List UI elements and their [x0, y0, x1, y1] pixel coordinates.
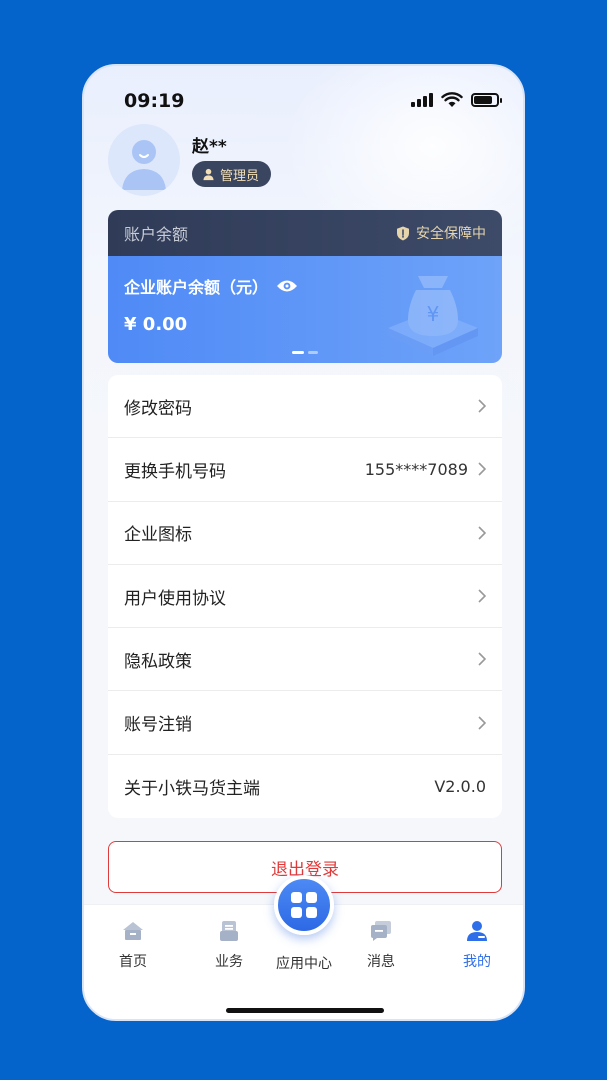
user-icon — [467, 921, 487, 941]
tab-business-label: 业务 — [215, 954, 243, 970]
balance-card-body: 企业账户余额（元） ¥ 0.00 ¥ — [108, 256, 502, 363]
balance-label: 企业账户余额（元） — [124, 278, 269, 297]
carousel-indicator — [292, 351, 318, 354]
status-time: 09:19 — [124, 90, 185, 112]
balance-card-title: 账户余额 — [124, 225, 189, 244]
menu-item-label: 账号注销 — [124, 715, 192, 736]
admin-user-icon — [203, 168, 214, 180]
avatar[interactable] — [108, 124, 180, 196]
menu-item-about[interactable]: 关于小铁马货主端 V2.0.0 — [108, 755, 502, 818]
menu-item-label: 修改密码 — [124, 398, 192, 419]
chevron-right-icon — [478, 716, 486, 730]
app-center-button[interactable] — [274, 875, 334, 935]
menu-item-company-logo[interactable]: 企业图标 — [108, 502, 502, 565]
security-status: 安全保障中 — [396, 223, 486, 243]
balance-card[interactable]: 账户余额 安全保障中 企业账户余额（元） ¥ 0.00 ¥ — [108, 210, 502, 363]
menu-item-user-agreement[interactable]: 用户使用协议 — [108, 565, 502, 629]
chevron-right-icon — [478, 526, 486, 540]
menu-item-label: 关于小铁马货主端 — [124, 778, 260, 799]
money-bag-illustration: ¥ — [388, 276, 478, 356]
security-status-label: 安全保障中 — [416, 226, 486, 242]
menu-item-label: 用户使用协议 — [124, 588, 226, 609]
tab-messages[interactable]: 消息 — [341, 919, 421, 971]
menu-item-change-password[interactable]: 修改密码 — [108, 375, 502, 439]
signal-icon — [411, 93, 433, 107]
menu-item-label: 隐私政策 — [124, 651, 192, 672]
tab-messages-label: 消息 — [367, 954, 395, 970]
grid-icon — [291, 892, 317, 918]
carousel-dot-active — [292, 351, 304, 354]
phone-number-value: 155****7089 — [364, 459, 468, 479]
profile-header: 赵** 管理员 — [106, 124, 506, 204]
svg-text:¥: ¥ — [427, 302, 440, 326]
tab-mine-label: 我的 — [463, 954, 491, 970]
role-label: 管理员 — [220, 168, 260, 184]
settings-menu: 修改密码 更换手机号码 155****7089 企业图标 用户使用协议 隐私政策… — [108, 375, 502, 819]
battery-icon — [471, 93, 502, 107]
chevron-right-icon — [478, 589, 486, 603]
role-badge: 管理员 — [192, 161, 272, 187]
eye-icon[interactable] — [276, 279, 298, 293]
balance-card-header: 账户余额 安全保障中 — [108, 210, 502, 256]
bottom-tab-bar: 首页 业务 应用中心 消息 我的 — [84, 875, 523, 1019]
menu-item-account-cancel[interactable]: 账号注销 — [108, 691, 502, 755]
username: 赵** — [192, 137, 227, 157]
menu-item-label: 更换手机号码 — [124, 461, 226, 482]
menu-item-privacy-policy[interactable]: 隐私政策 — [108, 628, 502, 692]
chevron-right-icon — [478, 652, 486, 666]
tab-home[interactable]: 首页 — [93, 919, 173, 971]
carousel-dot — [308, 351, 318, 354]
menu-item-label: 企业图标 — [124, 525, 192, 546]
shield-icon — [397, 226, 409, 240]
tab-mine[interactable]: 我的 — [437, 919, 517, 971]
tab-business[interactable]: 业务 — [189, 919, 269, 971]
chevron-right-icon — [478, 462, 486, 477]
app-version: V2.0.0 — [434, 776, 486, 796]
wifi-icon — [441, 92, 463, 107]
tab-home-label: 首页 — [119, 954, 147, 970]
chevron-right-icon — [478, 399, 486, 413]
tab-app-center-label[interactable]: 应用中心 — [264, 953, 344, 973]
home-indicator — [226, 1008, 384, 1013]
clipboard-icon — [220, 921, 238, 941]
phone-frame: 09:19 赵** 管理员 账户余额 安全保障中 企业账户余额（元） ¥ 0.0… — [82, 64, 525, 1021]
status-icons — [411, 92, 502, 108]
home-icon — [123, 922, 143, 940]
menu-item-change-phone[interactable]: 更换手机号码 155****7089 — [108, 438, 502, 502]
avatar-person-icon — [108, 124, 180, 196]
message-icon — [371, 921, 391, 941]
